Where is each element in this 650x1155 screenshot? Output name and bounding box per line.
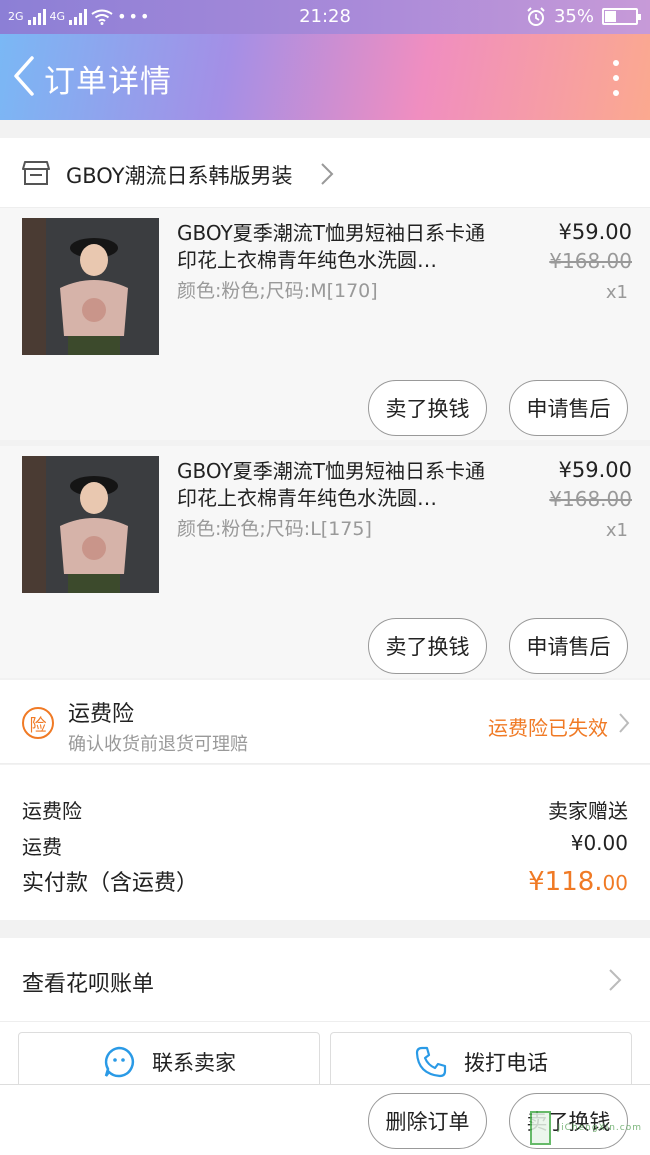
- product-image[interactable]: [22, 456, 159, 593]
- total-label: 实付款（含运费）: [22, 871, 199, 896]
- phone-icon: [415, 1046, 447, 1078]
- battery-percent: 35%: [553, 6, 594, 27]
- call-phone-label: 拨打电话: [464, 1051, 548, 1075]
- watermark-logo: JiChengXin.com: [530, 1111, 642, 1145]
- alarm-icon: [527, 6, 545, 26]
- fee-value: ¥0.00: [570, 831, 628, 855]
- insurance-status: 运费险已失效: [488, 716, 608, 740]
- product-title[interactable]: GBOY夏季潮流T恤男短袖日系卡通印花上衣棉青年纯色水洗圆…: [177, 458, 497, 512]
- product-image[interactable]: [22, 218, 159, 355]
- product-spec: 颜色:粉色;尺码:L[175]: [177, 518, 372, 540]
- battery-icon: [602, 8, 641, 25]
- contact-seller-label: 联系卖家: [152, 1051, 236, 1075]
- chevron-right-icon: [321, 163, 334, 185]
- product-quantity: x1: [605, 520, 628, 541]
- fee-label: 运费: [22, 835, 62, 859]
- sell-for-cash-button[interactable]: 卖了换钱: [368, 618, 487, 674]
- chevron-right-icon: [619, 713, 630, 733]
- delete-order-button[interactable]: 删除订单: [368, 1093, 487, 1149]
- title-bar: 订单详情: [0, 34, 650, 120]
- more-menu-icon[interactable]: [612, 60, 620, 96]
- total-amount-cents: 00: [602, 871, 628, 895]
- order-item: GBOY夏季潮流T恤男短袖日系卡通印花上衣棉青年纯色水洗圆… 颜色:粉色;尺码:…: [0, 446, 650, 678]
- order-item: GBOY夏季潮流T恤男短袖日系卡通印花上衣棉青年纯色水洗圆… 颜色:粉色;尺码:…: [0, 208, 650, 440]
- chevron-right-icon: [609, 969, 622, 991]
- chat-bubble-icon: [104, 1046, 135, 1078]
- product-price: ¥59.00: [558, 220, 632, 244]
- shipping-insurance-row[interactable]: 险 运费险 确认收货前退货可理赔 运费险已失效: [0, 680, 650, 764]
- product-quantity: x1: [605, 282, 628, 303]
- total-amount-main: ¥118.: [528, 867, 603, 897]
- total-amount: ¥118.00: [528, 867, 628, 897]
- huabei-bill-row[interactable]: 查看花呗账单: [0, 938, 650, 1022]
- product-price: ¥59.00: [558, 458, 632, 482]
- insurance-subtitle: 确认收货前退货可理赔: [68, 734, 248, 755]
- sell-for-cash-button[interactable]: 卖了换钱: [368, 380, 487, 436]
- bottom-action-bar: 删除订单 卖了换钱 JiChengXin.com: [0, 1084, 650, 1155]
- store-icon: [22, 161, 50, 185]
- watermark-text: JiChengXin.com: [557, 1123, 642, 1133]
- product-spec: 颜色:粉色;尺码:M[170]: [177, 280, 378, 302]
- original-price: ¥168.00: [549, 487, 632, 511]
- insurance-badge-icon: 险: [22, 707, 54, 739]
- shop-name: GBOY潮流日系韩版男装: [66, 164, 293, 188]
- huabei-label: 查看花呗账单: [22, 972, 155, 997]
- fee-summary: 运费险 卖家赠送 运费 ¥0.00 实付款（含运费） ¥118.00: [0, 765, 650, 920]
- call-phone-button[interactable]: 拨打电话: [330, 1032, 632, 1092]
- product-title[interactable]: GBOY夏季潮流T恤男短袖日系卡通印花上衣棉青年纯色水洗圆…: [177, 220, 497, 274]
- page-title: 订单详情: [44, 64, 172, 100]
- shop-row[interactable]: GBOY潮流日系韩版男装: [0, 138, 650, 208]
- contact-actions: 联系卖家 拨打电话: [0, 1022, 650, 1092]
- status-bar: 2G 4G ••• 21:28 35%: [0, 0, 650, 34]
- fee-label: 运费险: [22, 799, 82, 823]
- insurance-title: 运费险: [68, 702, 135, 727]
- contact-seller-button[interactable]: 联系卖家: [18, 1032, 320, 1092]
- back-arrow-icon[interactable]: [10, 54, 40, 98]
- apply-aftersale-button[interactable]: 申请售后: [509, 380, 628, 436]
- apply-aftersale-button[interactable]: 申请售后: [509, 618, 628, 674]
- fee-value: 卖家赠送: [548, 799, 628, 823]
- original-price: ¥168.00: [549, 249, 632, 273]
